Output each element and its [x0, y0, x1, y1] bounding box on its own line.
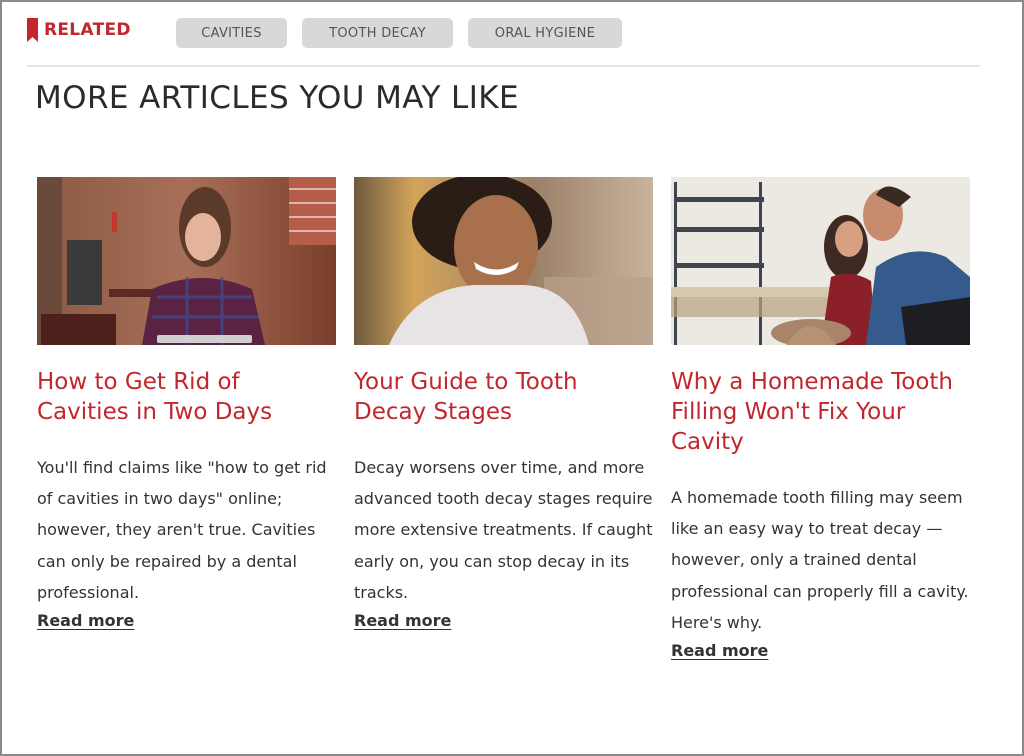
article-title[interactable]: Your Guide to Tooth Decay Stages	[354, 367, 654, 427]
read-more-link[interactable]: Read more	[671, 638, 768, 664]
related-label: RELATED	[44, 20, 131, 40]
related-tags: CAVITIES TOOTH DECAY ORAL HYGIENE	[176, 18, 622, 48]
tag-cavities[interactable]: CAVITIES	[176, 18, 287, 48]
article-description: A homemade tooth filling may seem like a…	[671, 488, 969, 632]
tag-oral-hygiene[interactable]: ORAL HYGIENE	[468, 18, 622, 48]
related-label-group: RELATED	[27, 18, 131, 42]
divider	[27, 65, 980, 67]
article-image[interactable]	[354, 177, 653, 345]
article-card: Why a Homemade Tooth Filling Won't Fix Y…	[671, 177, 971, 664]
related-bar: RELATED	[27, 17, 131, 49]
article-image[interactable]	[671, 177, 970, 345]
section-heading: MORE ARTICLES YOU MAY LIKE	[35, 80, 519, 116]
article-image[interactable]	[37, 177, 336, 345]
read-more-link[interactable]: Read more	[37, 608, 134, 634]
article-card: How to Get Rid of Cavities in Two Days Y…	[37, 177, 337, 634]
article-card: Your Guide to Tooth Decay Stages Decay w…	[354, 177, 654, 634]
smiling-man-image	[354, 177, 653, 345]
tag-tooth-decay[interactable]: TOOTH DECAY	[302, 18, 453, 48]
read-more-link[interactable]: Read more	[354, 608, 451, 634]
page-frame: RELATED CAVITIES TOOTH DECAY ORAL HYGIEN…	[0, 0, 1024, 756]
article-description: Decay worsens over time, and more advanc…	[354, 458, 653, 602]
cafe-woman-image	[37, 177, 336, 345]
article-description: You'll find claims like "how to get rid …	[37, 458, 327, 602]
pottery-couple-image	[671, 177, 970, 345]
article-title[interactable]: How to Get Rid of Cavities in Two Days	[37, 367, 337, 427]
bookmark-icon	[27, 18, 38, 42]
article-title[interactable]: Why a Homemade Tooth Filling Won't Fix Y…	[671, 367, 971, 457]
